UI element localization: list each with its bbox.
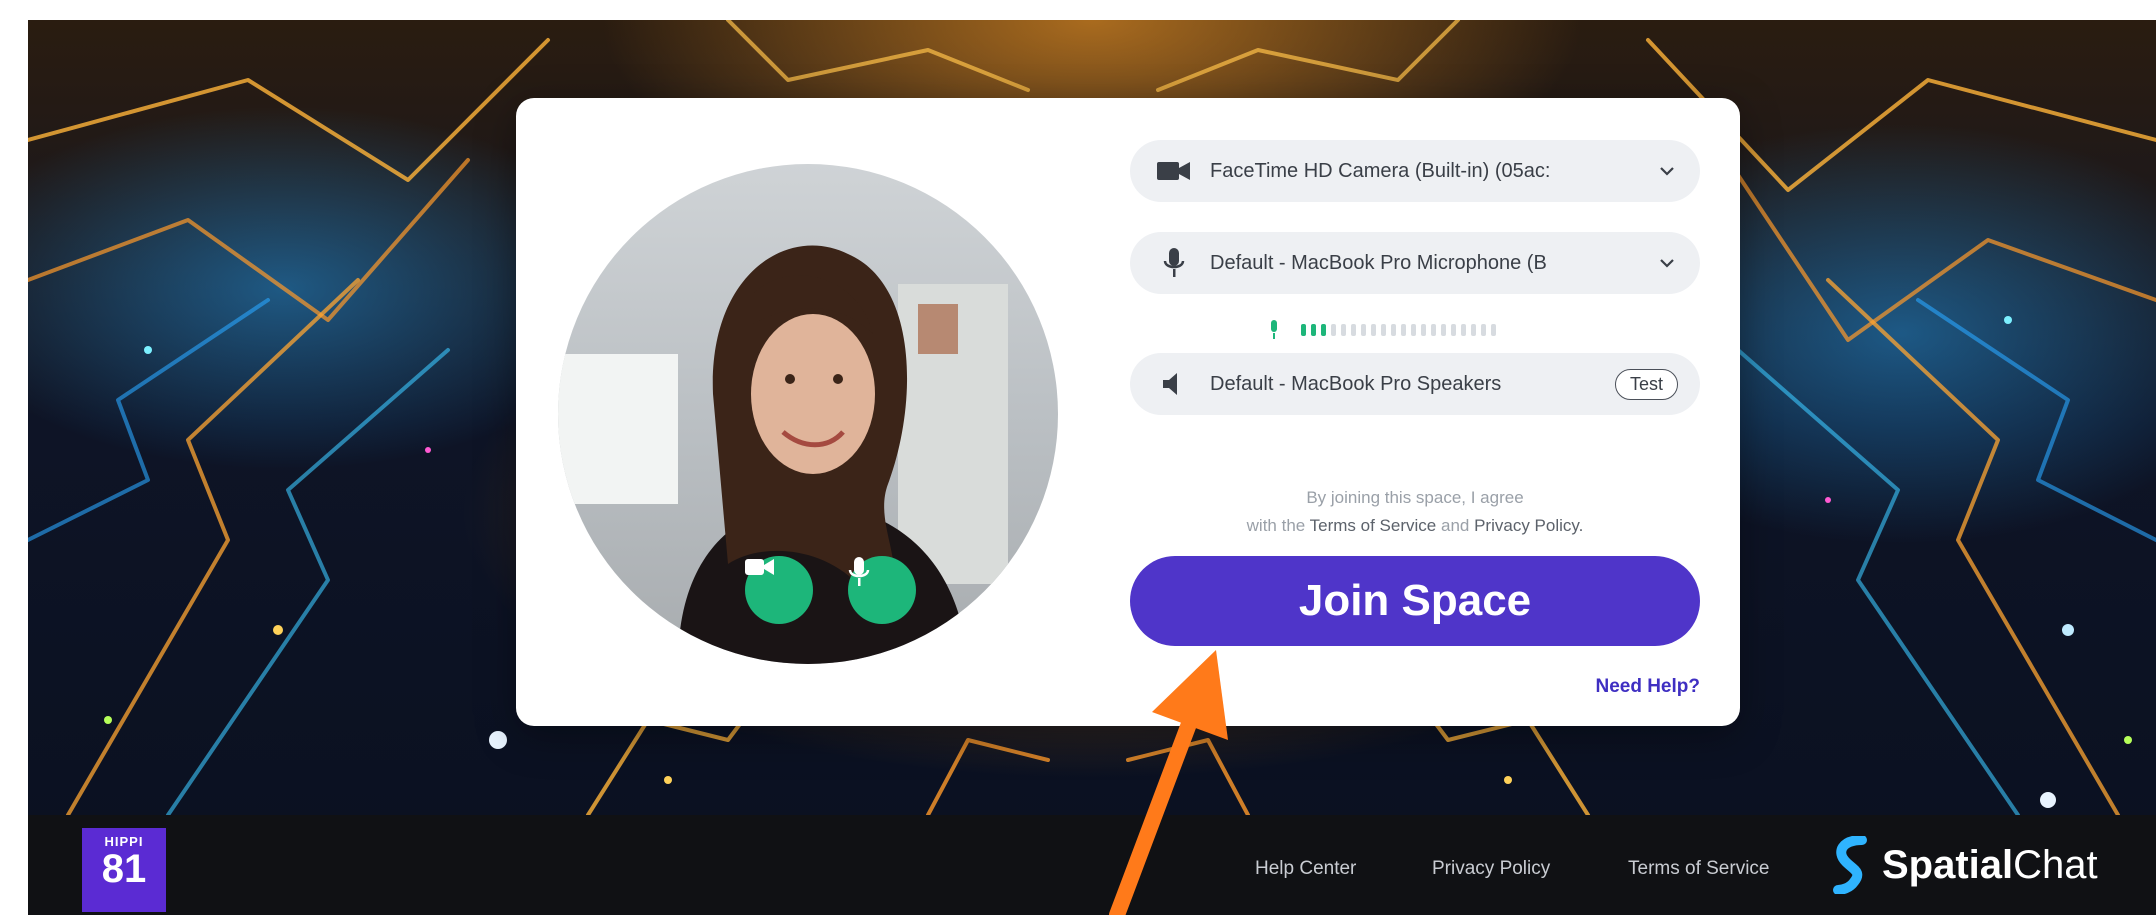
mic-level-segment	[1461, 324, 1466, 336]
mic-level-segment	[1301, 324, 1306, 336]
chevron-down-icon	[1656, 252, 1678, 274]
screen-background: FaceTime HD Camera (Built-in) (05ac: Def…	[28, 20, 2156, 915]
terms-of-service-link[interactable]: Terms of Service	[1310, 516, 1437, 535]
terms-line-2: with the Terms of Service and Privacy Po…	[1130, 512, 1700, 540]
brand-logo-small-text: HIPPI	[104, 834, 144, 849]
camera-preview	[558, 164, 1058, 664]
need-help-link[interactable]: Need Help?	[1595, 676, 1700, 698]
mic-level-segment	[1491, 324, 1496, 336]
brand-logo-number: 81	[101, 847, 147, 891]
mic-level-icon	[1271, 320, 1277, 339]
mic-level-segment	[1341, 324, 1346, 336]
speaker-select-value: Default - MacBook Pro Speakers	[1210, 372, 1502, 395]
privacy-policy-footer-link[interactable]: Privacy Policy	[1432, 858, 1550, 880]
mic-level-meter	[1268, 320, 1496, 340]
speaker-icon	[1154, 369, 1194, 399]
join-space-button[interactable]: Join Space	[1130, 556, 1700, 646]
video-camera-icon	[745, 559, 774, 575]
microphone-select[interactable]: Default - MacBook Pro Microphone (B	[1130, 232, 1700, 294]
terms-prefix: with the	[1246, 516, 1306, 535]
privacy-policy-link[interactable]: Privacy Policy.	[1474, 516, 1583, 535]
mic-level-segment	[1311, 324, 1316, 336]
spatialchat-logo-icon	[1833, 836, 1867, 894]
microphone-icon	[848, 557, 870, 586]
toggle-microphone-button[interactable]	[848, 556, 916, 624]
chevron-down-icon	[1656, 160, 1678, 182]
mic-level-segment	[1441, 324, 1446, 336]
mic-level-segment	[1331, 324, 1336, 336]
terms-line-1: By joining this space, I agree	[1306, 488, 1524, 507]
spatialchat-wordmark: SpatialChat	[1882, 843, 2098, 888]
terms-of-service-footer-link[interactable]: Terms of Service	[1628, 858, 1769, 880]
test-speaker-button[interactable]: Test	[1614, 368, 1678, 400]
mic-level-segment	[1451, 324, 1456, 336]
mic-level-segment	[1401, 324, 1406, 336]
camera-select-value: FaceTime HD Camera (Built-in) (05ac:	[1210, 159, 1551, 182]
mic-level-segment	[1371, 324, 1376, 336]
mic-level-segment	[1471, 324, 1476, 336]
mic-level-segment	[1411, 324, 1416, 336]
video-camera-icon	[1154, 156, 1194, 186]
mic-level-segment	[1391, 324, 1396, 336]
mic-level-segment	[1421, 324, 1426, 336]
camera-select[interactable]: FaceTime HD Camera (Built-in) (05ac:	[1130, 140, 1700, 202]
toggle-camera-button[interactable]	[745, 556, 813, 624]
speaker-select[interactable]: Default - MacBook Pro Speakers Test	[1130, 353, 1700, 415]
mic-level-segment	[1351, 324, 1356, 336]
mic-level-segment	[1481, 324, 1486, 336]
spatialchat-logo[interactable]: SpatialChat	[1832, 836, 2098, 894]
mic-level-segment	[1431, 324, 1436, 336]
help-center-link[interactable]: Help Center	[1255, 858, 1356, 880]
mic-level-segment	[1361, 324, 1366, 336]
spatialchat-wordmark-bold: Spatial	[1882, 842, 2014, 887]
terms-and: and	[1440, 516, 1470, 535]
mic-level-segment	[1321, 324, 1326, 336]
microphone-select-value: Default - MacBook Pro Microphone (B	[1210, 251, 1547, 274]
spatialchat-wordmark-regular: Chat	[2013, 842, 2098, 887]
event-brand-logo[interactable]: HIPPI 81	[82, 828, 166, 912]
mic-level-segment	[1381, 324, 1386, 336]
terms-notice: By joining this space, I agree with the …	[1130, 484, 1700, 540]
microphone-icon	[1154, 248, 1194, 278]
join-card: FaceTime HD Camera (Built-in) (05ac: Def…	[516, 98, 1740, 726]
